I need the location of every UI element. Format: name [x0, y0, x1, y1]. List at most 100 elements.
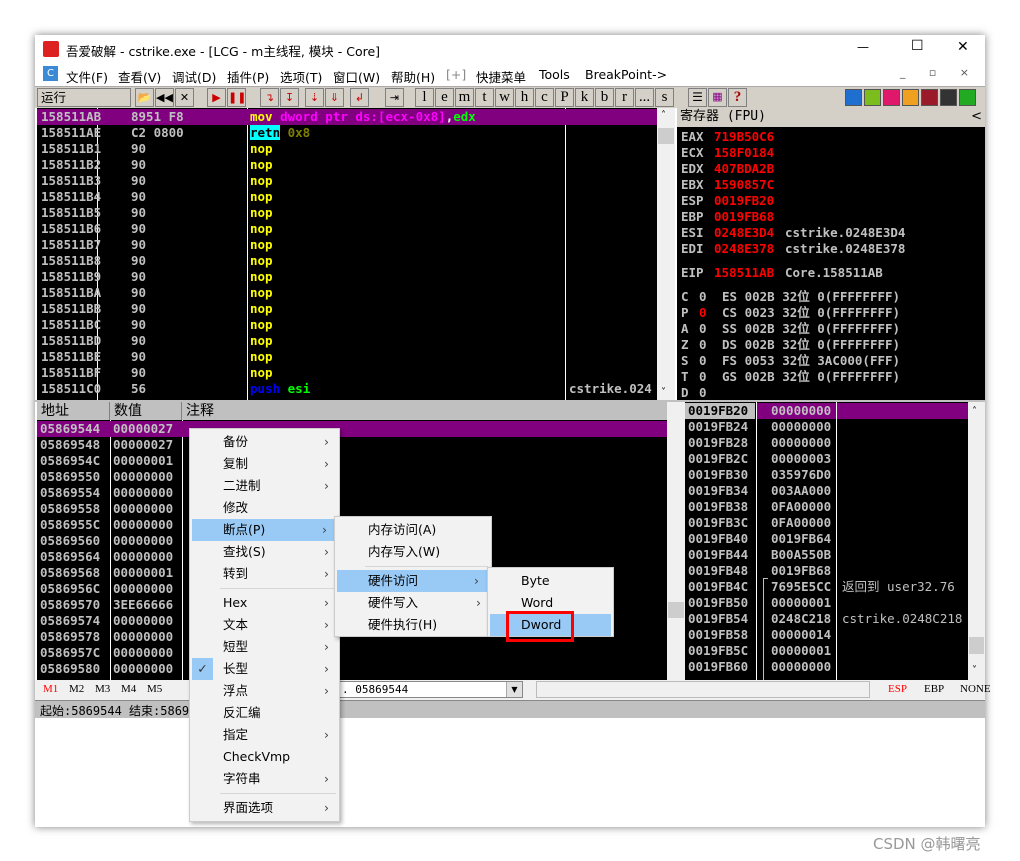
stack-row[interactable]: 0019FB50 00000001 [685, 595, 985, 611]
flag-row[interactable]: Z 0 DS 002B 32位 0(FFFFFFFF) [677, 337, 985, 353]
menu-item[interactable]: 界面选项 › [190, 797, 339, 819]
menu-item[interactable]: 内存写入(W) [335, 541, 491, 563]
col-value[interactable]: 数值 [110, 402, 182, 420]
binary-icon[interactable] [940, 89, 957, 106]
menu-item[interactable]: 修改 [190, 497, 339, 519]
stack-row[interactable]: 0019FB30 035976D0 [685, 467, 985, 483]
disasm-row[interactable]: 158511B2 90 nop [37, 157, 675, 173]
command-input[interactable]: . 05869544 ▼ [333, 681, 523, 698]
a-icon[interactable] [883, 89, 900, 106]
register-row[interactable]: EDX 407BDA2B [677, 161, 985, 177]
swap-icon[interactable] [845, 89, 862, 106]
disasm-row[interactable]: 158511B8 90 nop [37, 253, 675, 269]
stack-row[interactable]: 0019FB28 00000000 [685, 435, 985, 451]
menu-item[interactable]: 反汇编 [190, 702, 339, 724]
disasm-row[interactable]: 158511BB 90 nop [37, 301, 675, 317]
flag-value[interactable]: 0 [699, 353, 707, 369]
stack-row[interactable]: 0019FB2C 00000003 [685, 451, 985, 467]
menu-item[interactable]: 硬件执行(H) [335, 614, 491, 636]
execute-till-return-icon[interactable]: ↲ [350, 88, 369, 107]
disasm-row[interactable]: 158511BD 90 nop [37, 333, 675, 349]
register-row[interactable]: ESI 0248E3D4 cstrike.0248E3D4 [677, 225, 985, 241]
stack-row[interactable]: 0019FB54 0248C218 cstrike.0248C218 [685, 611, 985, 627]
dropdown-arrow-icon[interactable]: ▼ [506, 682, 522, 697]
flag-row[interactable]: C 0 ES 002B 32位 0(FFFFFFFF) [677, 289, 985, 305]
stack-mode-ebp[interactable]: EBP [924, 683, 944, 695]
flag-row[interactable]: D0 [677, 385, 985, 400]
disasm-scrollbar[interactable]: ˄ ˅ [657, 108, 675, 400]
dump-row[interactable]: 05869580 00000000 [37, 661, 667, 677]
flag-value[interactable]: 0 [699, 289, 707, 305]
toolbar-window-button[interactable]: P [555, 88, 574, 107]
toolbar-window-button[interactable]: e [435, 88, 454, 107]
disasm-row[interactable]: 158511B6 90 nop [37, 221, 675, 237]
register-value[interactable]: 158511AB [714, 265, 774, 281]
step-into-icon[interactable]: ↴ [260, 88, 279, 107]
disasm-row[interactable]: 158511B7 90 nop [37, 237, 675, 253]
disasm-row[interactable]: 158511B9 90 nop [37, 269, 675, 285]
stack-pane[interactable]: 0019FB20 00000000 0019FB24 00000000 0019FB28… [685, 402, 985, 680]
menu-item[interactable]: 指定 › [190, 724, 339, 746]
toolbar-window-button[interactable]: k [575, 88, 594, 107]
menu-item[interactable]: 帮助(H) [391, 67, 435, 86]
dump-row[interactable]: 05869554 00000000 [37, 485, 667, 501]
menu-item[interactable]: 浮点 › [190, 680, 339, 702]
menu-item[interactable]: 查看(V) [118, 67, 161, 86]
menu-item[interactable]: 内存访问(A) [335, 519, 491, 541]
disasm-row[interactable]: 158511BC 90 nop [37, 317, 675, 333]
pause-icon[interactable]: ❚❚ [227, 88, 246, 107]
register-value[interactable]: 1590857C [714, 177, 774, 193]
register-value[interactable]: 407BDA2B [714, 161, 774, 177]
disasm-row[interactable]: 158511B4 90 nop [37, 189, 675, 205]
flag-value[interactable]: 0 [699, 337, 707, 353]
stack-row[interactable]: 0019FB5C 00000001 [685, 643, 985, 659]
target-icon[interactable] [921, 89, 938, 106]
disasm-row[interactable]: 158511B3 90 nop [37, 173, 675, 189]
menu-item[interactable]: 备份 › [190, 431, 339, 453]
eip-row[interactable]: EIP 158511AB Core.158511AB [677, 265, 985, 281]
menu-item[interactable]: 窗口(W) [333, 67, 380, 86]
register-value[interactable]: 0248E3D4 [714, 225, 774, 241]
dump-row[interactable]: 05869548 00000027 [37, 437, 667, 453]
stack-row[interactable]: 0019FB40 0019FB64 [685, 531, 985, 547]
menu-item[interactable]: 快捷菜单 [476, 67, 526, 86]
disassembly-pane[interactable]: 158511AB 8951 F8 mov dword ptr ds:[ecx-0x8… [37, 108, 675, 400]
register-row[interactable]: EDI 0248E378 cstrike.0248E378 [677, 241, 985, 257]
dump-row[interactable]: 0586957C 00000000 [37, 645, 667, 661]
disasm-row[interactable]: 158511C0 56 push esi cstrike.024 [37, 381, 675, 397]
stack-row[interactable]: 0019FB34 003AA000 [685, 483, 985, 499]
flag-value[interactable]: 0 [699, 385, 707, 400]
disasm-row[interactable]: 158511B1 90 nop [37, 141, 675, 157]
list-icon[interactable]: ☰ [688, 88, 707, 107]
collapse-icon[interactable]: < [971, 109, 982, 124]
stack-row[interactable]: 0019FB4C 7695E5CC 返回到 user32.76 [685, 579, 985, 595]
disasm-row[interactable]: 158511B5 90 nop [37, 205, 675, 221]
dump-row[interactable]: 05869544 00000027 [37, 421, 667, 437]
mdi-child-icon[interactable]: C [43, 66, 58, 81]
disasm-row[interactable]: 158511AE C2 0800 retn 0x8 [37, 125, 675, 141]
disasm-row[interactable]: 158511BE 90 nop [37, 349, 675, 365]
stack-row[interactable]: 0019FB58 00000014 [685, 627, 985, 643]
mdi-child-controls[interactable]: _ ▫ × [900, 66, 979, 79]
menu-item[interactable]: Hex › [190, 592, 339, 614]
layout-icon[interactable] [959, 89, 976, 106]
menu-item[interactable]: 插件(P) [227, 67, 269, 86]
menu-item[interactable]: 二进制 › [190, 475, 339, 497]
stack-row[interactable]: 0019FB20 00000000 [685, 403, 985, 419]
register-row[interactable]: EBX 1590857C [677, 177, 985, 193]
menu-item[interactable]: 长型 › ✓ [190, 658, 339, 680]
menu-item[interactable]: 文本 › [190, 614, 339, 636]
flag-row[interactable]: S 0 FS 0053 32位 3AC000(FFF) [677, 353, 985, 369]
record-icon[interactable] [902, 89, 919, 106]
open-icon[interactable]: 📂 [135, 88, 154, 107]
memory-tab-m5[interactable]: M5 [147, 683, 162, 695]
dump-scrollbar[interactable] [667, 402, 685, 680]
stack-row[interactable]: 0019FB44 B00A550B [685, 547, 985, 563]
trace-over-icon[interactable]: ⇓ [325, 88, 344, 107]
menu-item[interactable]: BreakPoint-> [585, 67, 667, 82]
register-row[interactable]: ESP 0019FB20 [677, 193, 985, 209]
stack-row[interactable]: 0019FB48 0019FB68 [685, 563, 985, 579]
stack-row[interactable]: 0019FB24 00000000 [685, 419, 985, 435]
menu-item[interactable]: 硬件写入 › [335, 592, 491, 614]
memory-tab-m4[interactable]: M4 [121, 683, 136, 695]
